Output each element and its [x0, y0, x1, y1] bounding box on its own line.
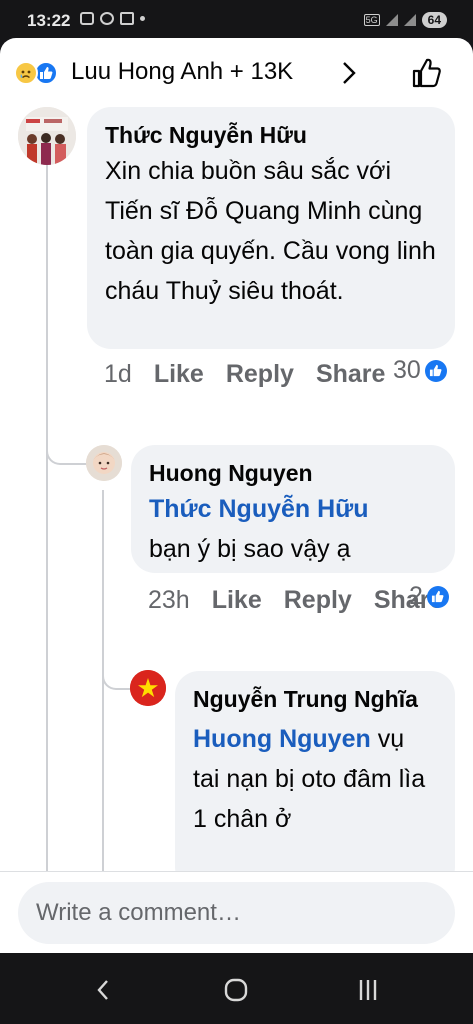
signal-icon-2: [403, 14, 416, 26]
comment-text: Xin chia buồn sâu sắc với Tiến sĩ Đỗ Qua…: [105, 157, 436, 305]
signal-icon: [385, 14, 398, 26]
comment-author[interactable]: Thức Nguyễn Hữu: [105, 119, 437, 151]
comments-sheet: Luu Hong Anh + 13K Thức Nguyễn Hữu Xin c…: [0, 38, 473, 953]
gmail-icon: [120, 12, 134, 25]
comment-time: 1d: [104, 360, 132, 388]
header-title[interactable]: Luu Hong Anh + 13K: [71, 58, 293, 86]
reply-button[interactable]: Reply: [226, 360, 294, 388]
avatar[interactable]: [18, 107, 76, 165]
comment-time: 23h: [148, 586, 190, 614]
comment-text: Thức Nguyễn Hữu bạn ý bị sao vậy ạ: [149, 489, 437, 569]
chevron-right-icon[interactable]: [339, 58, 359, 88]
comment-author[interactable]: Nguyễn Trung Nghĩa: [193, 683, 437, 715]
reaction-count[interactable]: 2: [409, 582, 449, 611]
reaction-count-value: 2: [409, 582, 423, 610]
comment-bubble: Thức Nguyễn Hữu Xin chia buồn sâu sắc vớ…: [87, 107, 455, 349]
like-button-icon[interactable]: [410, 56, 444, 90]
back-icon: [97, 980, 108, 1000]
reaction-count-value: 30: [393, 356, 421, 384]
network-type: 5G: [363, 14, 380, 26]
like-reaction-icon: [426, 585, 449, 608]
reaction-summary[interactable]: [14, 61, 58, 85]
comment-actions: 23h Like Reply Share: [148, 582, 443, 618]
more-notifications-icon: [140, 16, 145, 21]
comment-bubble: Nguyễn Trung Nghĩa Huong Nguyen vụ tai n…: [175, 671, 455, 891]
battery-level: 64: [421, 12, 447, 28]
home-button[interactable]: [216, 973, 256, 1007]
system-icons: 5G 64: [363, 12, 447, 28]
home-icon: [224, 978, 248, 1002]
like-button[interactable]: Like: [212, 586, 262, 614]
comments-header: Luu Hong Anh + 13K: [0, 38, 473, 108]
recents-icon: [359, 980, 377, 1000]
share-button[interactable]: Share: [316, 360, 385, 388]
reaction-count[interactable]: 30: [393, 356, 447, 385]
screenshot-icon: [80, 12, 94, 25]
avatar[interactable]: [130, 670, 166, 706]
reply-button[interactable]: Reply: [284, 586, 352, 614]
reply-connector-nested: [102, 664, 132, 690]
mention-link[interactable]: Thức Nguyễn Hữu: [149, 495, 369, 523]
like-button[interactable]: Like: [154, 360, 204, 388]
comment-input[interactable]: [18, 882, 455, 944]
avatar[interactable]: [86, 445, 122, 481]
comment-author[interactable]: Huong Nguyen: [149, 457, 437, 489]
back-button[interactable]: [83, 973, 123, 1007]
system-nav-bar: [0, 953, 473, 1024]
comment-composer: [0, 871, 473, 953]
thread-line: [46, 158, 48, 871]
recents-button[interactable]: [348, 973, 388, 1007]
notification-icons: [80, 12, 145, 25]
comment-actions: 1d Like Reply Share: [104, 356, 385, 392]
sad-reaction-icon: [14, 61, 38, 85]
comment-text: Huong Nguyen vụ tai nạn bị oto đâm lìa 1…: [193, 719, 437, 839]
status-time: 13:22: [27, 11, 71, 30]
mention-link[interactable]: Huong Nguyen: [193, 725, 371, 753]
messenger-icon: [100, 12, 114, 25]
status-bar: 13:22 5G 64: [0, 0, 473, 40]
comment-bubble: Huong Nguyen Thức Nguyễn Hữu bạn ý bị sao…: [131, 445, 455, 573]
comment-body: bạn ý bị sao vậy ạ: [149, 535, 351, 563]
like-reaction-icon: [424, 359, 447, 382]
